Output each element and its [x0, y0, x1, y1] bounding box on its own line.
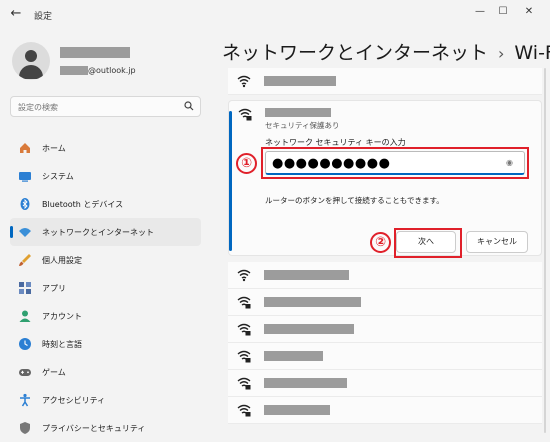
wifi-network-item[interactable] [228, 68, 542, 95]
redacted-account-name [60, 47, 130, 58]
sidebar-item-bluetooth[interactable]: Bluetooth とデバイス [10, 190, 201, 218]
redacted-email-prefix [60, 66, 88, 75]
breadcrumb-separator: › [498, 44, 505, 63]
step-marker-1: ① [236, 153, 257, 174]
breadcrumb-section[interactable]: ネットワークとインターネット [222, 42, 488, 64]
sidebar-item-label: アプリ [42, 284, 66, 293]
sidebar-item-privacy[interactable]: プライバシーとセキュリティ [10, 414, 201, 442]
home-icon [20, 143, 30, 153]
wifi-secured-icon [237, 323, 251, 336]
sidebar-item-system[interactable]: システム [10, 162, 201, 190]
sidebar-item-label: アクセシビリティ [42, 396, 106, 405]
sidebar-item-network[interactable]: ネットワークとインターネット [10, 218, 201, 246]
sidebar-item-label: ゲーム [42, 368, 66, 377]
wifi-network-list: セキュリティ保護あり ネットワーク セキュリティ キーの入力 ◉ ① ルーターの… [228, 68, 542, 433]
avatar-body-shape [19, 65, 43, 79]
bluetooth-icon [20, 198, 30, 210]
redacted-ssid [264, 297, 361, 307]
wifi-network-item[interactable] [228, 397, 542, 424]
selection-indicator [229, 111, 232, 251]
sidebar-item-gaming[interactable]: ゲーム [10, 358, 201, 386]
scrollbar[interactable] [544, 68, 546, 433]
highlight-box-1 [261, 147, 529, 179]
step-marker-2: ② [370, 232, 391, 253]
sidebar-item-label: プライバシーとセキュリティ [42, 424, 146, 433]
accessibility-icon [20, 393, 30, 407]
redacted-ssid [264, 324, 354, 334]
close-button[interactable]: ✕ [519, 4, 539, 20]
system-icon [19, 172, 31, 182]
avatar[interactable] [12, 42, 50, 80]
search-box[interactable] [10, 96, 201, 117]
sidebar-item-label: システム [42, 172, 74, 181]
account-email: @outlook.jp [60, 60, 136, 75]
apps-icon [19, 282, 31, 294]
page-title: ネットワークとインターネット › Wi-Fi [222, 38, 550, 65]
app-title: 設定 [34, 12, 53, 22]
wifi-network-item[interactable] [228, 343, 542, 370]
wps-hint: ルーターのボタンを押して接続することもできます。 [265, 196, 444, 205]
redacted-ssid [264, 270, 349, 280]
wifi-secured-icon [238, 108, 252, 121]
search-input[interactable] [18, 100, 178, 114]
email-suffix: @outlook.jp [88, 66, 136, 75]
next-button[interactable]: 次へ [396, 231, 456, 253]
cancel-button[interactable]: キャンセル [466, 231, 528, 253]
redacted-ssid [265, 108, 331, 117]
sidebar-item-accessibility[interactable]: アクセシビリティ [10, 386, 201, 414]
wifi-network-item[interactable] [228, 316, 542, 343]
network-icon [19, 228, 31, 237]
sidebar-item-apps[interactable]: アプリ [10, 274, 201, 302]
sidebar-item-label: 時刻と言語 [42, 340, 82, 349]
sidebar-item-accounts[interactable]: アカウント [10, 302, 201, 330]
maximize-button[interactable]: ☐ [493, 4, 513, 20]
sidebar-item-label: Bluetooth とデバイス [42, 200, 124, 209]
wifi-secured-icon [237, 296, 251, 309]
wifi-network-item[interactable] [228, 262, 542, 289]
sidebar-item-label: ホーム [42, 144, 66, 153]
back-arrow-icon[interactable]: ← [8, 6, 24, 22]
wifi-signal-icon [237, 269, 251, 282]
redacted-ssid [264, 351, 323, 361]
clock-icon [19, 338, 31, 350]
redacted-ssid [264, 378, 347, 388]
wifi-signal-icon [237, 75, 251, 88]
wifi-secured-icon [237, 350, 251, 363]
security-status: セキュリティ保護あり [265, 121, 340, 130]
search-icon[interactable] [184, 101, 194, 111]
wifi-network-expanded: セキュリティ保護あり ネットワーク セキュリティ キーの入力 ◉ ① ルーターの… [228, 100, 542, 258]
breadcrumb-page: Wi-Fi [514, 42, 550, 64]
sidebar-item-label: ネットワークとインターネット [42, 228, 154, 237]
minimize-button[interactable]: — [470, 4, 490, 20]
account-icon [19, 310, 31, 322]
sidebar-item-label: アカウント [42, 312, 82, 321]
sidebar-item-home[interactable]: ホーム [10, 134, 201, 162]
redacted-ssid [264, 76, 336, 86]
selection-indicator [10, 226, 13, 238]
title-bar: ← 設定 — ☐ ✕ [0, 0, 550, 30]
avatar-head-shape [25, 50, 37, 62]
sidebar-nav: ホーム システム Bluetooth とデバイス ネットワークとインターネット … [10, 134, 201, 442]
wifi-secured-icon [237, 404, 251, 417]
game-icon [19, 369, 31, 376]
brush-icon [19, 254, 31, 266]
wifi-secured-icon [237, 377, 251, 390]
wifi-network-item[interactable] [228, 370, 542, 397]
wifi-network-item[interactable] [228, 289, 542, 316]
sidebar-item-label: 個人用設定 [42, 256, 82, 265]
redacted-ssid [264, 405, 330, 415]
sidebar-item-time-language[interactable]: 時刻と言語 [10, 330, 201, 358]
sidebar-item-personalization[interactable]: 個人用設定 [10, 246, 201, 274]
